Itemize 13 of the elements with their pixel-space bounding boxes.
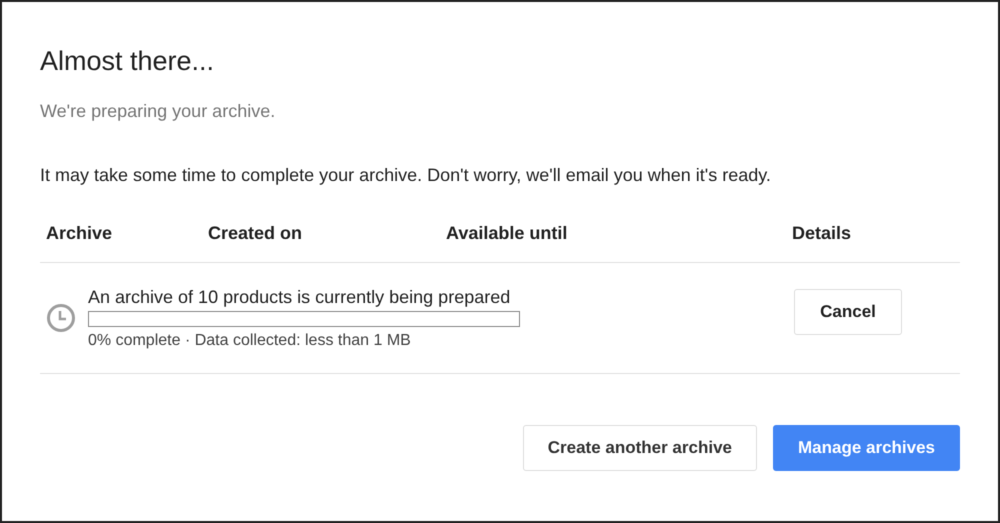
status-text: 0% complete · Data collected: less than 1 MB xyxy=(88,330,412,350)
manage-archives-button[interactable]: Manage archives xyxy=(772,425,960,471)
clock-icon xyxy=(46,303,76,333)
cancel-button[interactable]: Cancel xyxy=(794,289,902,335)
subtitle-text: We're preparing your archive. xyxy=(40,100,276,122)
column-header: Details xyxy=(792,222,852,244)
message-text: It may take some time to complete your archive. Don't worry, we'll email you when it's ready. xyxy=(40,164,772,186)
archive-title: An archive of 10 products is currently being prepared xyxy=(88,286,512,308)
dialog-title: Almost there... xyxy=(40,45,216,78)
column-header: Available until xyxy=(446,222,568,244)
column-header: Created on xyxy=(208,222,304,244)
column-header: Archive xyxy=(46,222,114,244)
create-archive-button[interactable]: Create another archive xyxy=(522,425,757,471)
